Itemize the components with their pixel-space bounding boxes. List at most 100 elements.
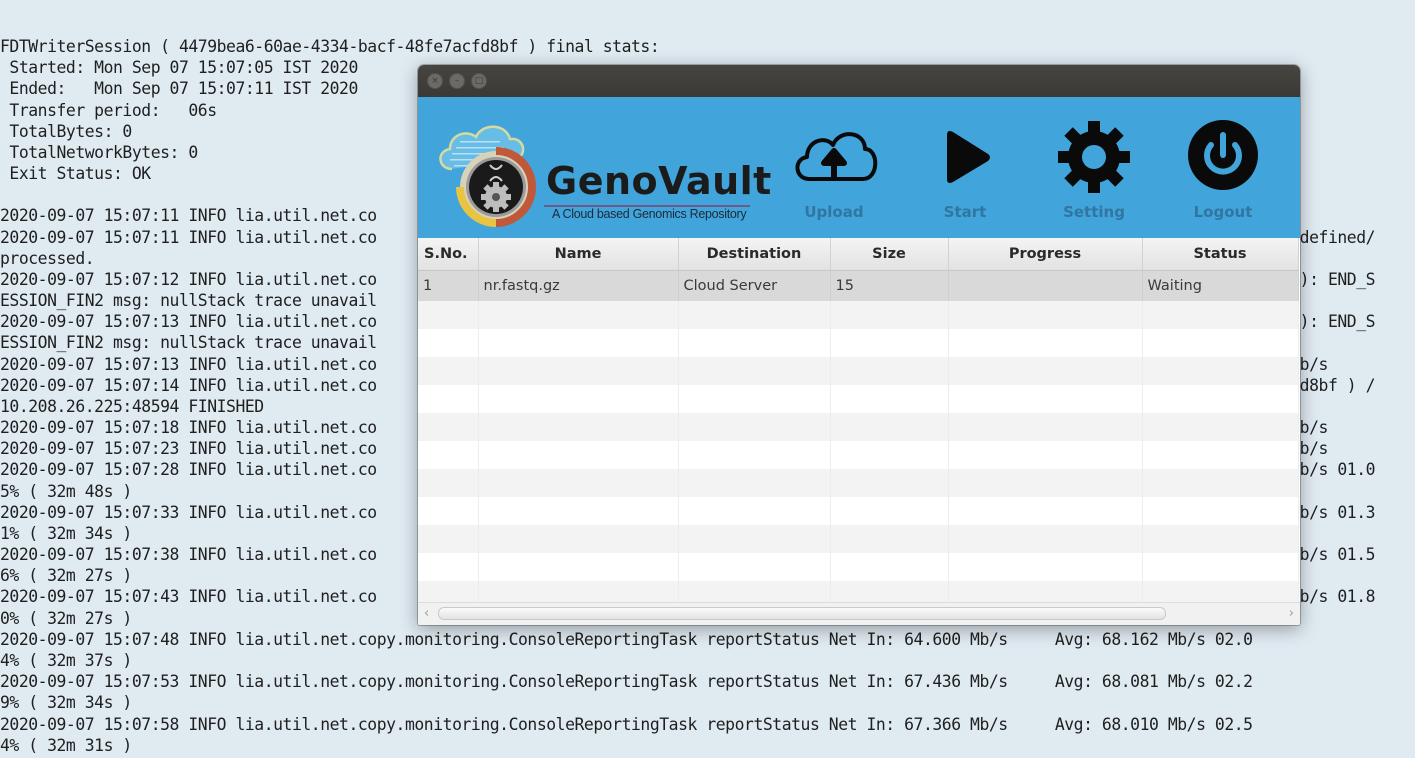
terminal-line: 2020-09-07 15:07:53 INFO lia.util.net.co…: [0, 672, 1253, 692]
table-row-empty[interactable]: [418, 497, 1299, 525]
cell-progress: [948, 270, 1143, 301]
transfer-table-area: S.No. Name Destination Size Progress Sta…: [418, 238, 1300, 625]
genovault-logo: GenoVault A Cloud based Genomics Reposit…: [430, 107, 771, 232]
logo-emblem-icon: [439, 125, 537, 227]
table-cell-empty: [1142, 553, 1299, 581]
window-minimize-button[interactable]: –: [449, 73, 465, 89]
table-cell-empty: [1142, 357, 1299, 385]
table-row-empty[interactable]: [418, 385, 1299, 413]
cell-name: nr.fastq.gz: [478, 270, 679, 301]
cell-destination: Cloud Server: [678, 270, 831, 301]
table-cell-empty: [1142, 385, 1299, 413]
transfer-table: S.No. Name Destination Size Progress Sta…: [418, 238, 1299, 609]
table-cell-empty: [948, 469, 1143, 497]
table-cell-empty: [1142, 329, 1299, 357]
upload-label: Upload: [804, 203, 864, 221]
table-cell-empty: [948, 385, 1143, 413]
table-cell-empty: [678, 357, 831, 385]
column-header-destination[interactable]: Destination: [678, 238, 831, 271]
column-header-size[interactable]: Size: [830, 238, 949, 271]
table-cell-empty: [830, 301, 949, 329]
table-cell-empty: [678, 413, 831, 441]
horizontal-scrollbar[interactable]: ‹ ›: [418, 602, 1300, 625]
table-cell-empty: [830, 413, 949, 441]
table-row-empty[interactable]: [418, 413, 1299, 441]
cell-size: 15: [830, 270, 949, 301]
table-cell-empty: [948, 329, 1143, 357]
table-cell-empty: [678, 329, 831, 357]
table-cell-empty: [478, 329, 679, 357]
table-cell-empty: [418, 497, 479, 525]
cell-status: Waiting: [1142, 270, 1299, 301]
table-cell-empty: [948, 441, 1143, 469]
table-row-empty[interactable]: [418, 441, 1299, 469]
table-cell-empty: [948, 413, 1143, 441]
table-cell-empty: [478, 441, 679, 469]
table-cell-empty: [1142, 469, 1299, 497]
table-cell-empty: [830, 385, 949, 413]
table-row-empty[interactable]: [418, 301, 1299, 329]
column-header-status[interactable]: Status: [1142, 238, 1299, 271]
table-cell-empty: [478, 385, 679, 413]
table-cell-empty: [478, 357, 679, 385]
terminal-line: 4% ( 32m 37s ): [0, 650, 132, 670]
table-row-empty[interactable]: [418, 525, 1299, 553]
table-cell-empty: [418, 329, 479, 357]
terminal-line: 2020-09-07 15:07:58 INFO lia.util.net.co…: [0, 714, 1253, 734]
table-cell-empty: [830, 525, 949, 553]
setting-button[interactable]: Setting: [1039, 117, 1149, 227]
table-cell-empty: [678, 497, 831, 525]
upload-button[interactable]: Upload: [779, 117, 889, 227]
scrollbar-thumb[interactable]: [438, 607, 1166, 620]
table-row-empty[interactable]: [418, 357, 1299, 385]
table-cell-empty: [1142, 525, 1299, 553]
table-cell-empty: [678, 301, 831, 329]
logo-title: GenoVault: [546, 159, 772, 203]
close-icon: ×: [431, 75, 439, 86]
table-row-empty[interactable]: [418, 469, 1299, 497]
genovault-window: × – □ GenoVault A Cloud based Genomics R…: [418, 65, 1300, 625]
table-cell-empty: [830, 441, 949, 469]
table-cell-empty: [418, 525, 479, 553]
table-cell-empty: [418, 385, 479, 413]
scroll-left-icon[interactable]: ‹: [424, 606, 429, 621]
power-icon: [1188, 120, 1258, 190]
table-row[interactable]: 1 nr.fastq.gz Cloud Server 15 Waiting: [418, 270, 1299, 301]
window-close-button[interactable]: ×: [427, 73, 443, 89]
window-maximize-button[interactable]: □: [471, 73, 487, 89]
setting-label: Setting: [1063, 203, 1125, 221]
table-cell-empty: [830, 497, 949, 525]
table-cell-empty: [678, 385, 831, 413]
table-cell-empty: [478, 413, 679, 441]
table-cell-empty: [948, 525, 1143, 553]
table-cell-empty: [830, 553, 949, 581]
table-cell-empty: [830, 469, 949, 497]
table-row-empty[interactable]: [418, 329, 1299, 357]
logo-subtitle: A Cloud based Genomics Repository: [552, 207, 747, 221]
table-cell-empty: [678, 469, 831, 497]
terminal-line: FDTWriterSession ( 4479bea6-60ae-4334-ba…: [0, 37, 660, 56]
column-header-progress[interactable]: Progress: [948, 238, 1143, 271]
start-button[interactable]: Start: [910, 117, 1020, 227]
table-cell-empty: [418, 553, 479, 581]
table-cell-empty: [418, 469, 479, 497]
table-cell-empty: [1142, 413, 1299, 441]
column-header-name[interactable]: Name: [478, 238, 679, 271]
logout-button[interactable]: Logout: [1168, 117, 1278, 227]
table-cell-empty: [478, 525, 679, 553]
scroll-right-icon[interactable]: ›: [1289, 606, 1294, 621]
play-icon: [947, 131, 990, 183]
table-cell-empty: [948, 553, 1143, 581]
terminal-line: 2020-09-07 15:07:48 INFO lia.util.net.co…: [0, 629, 1253, 649]
column-header-sno[interactable]: S.No.: [418, 238, 479, 271]
table-cell-empty: [1142, 301, 1299, 329]
gear-icon: [1058, 121, 1130, 193]
table-cell-empty: [478, 497, 679, 525]
window-titlebar[interactable]: × – □: [418, 65, 1300, 97]
table-row-empty[interactable]: [418, 553, 1299, 581]
table-cell-empty: [478, 553, 679, 581]
table-cell-empty: [1142, 441, 1299, 469]
minimize-icon: –: [454, 75, 460, 86]
table-cell-empty: [948, 301, 1143, 329]
table-cell-empty: [418, 301, 479, 329]
